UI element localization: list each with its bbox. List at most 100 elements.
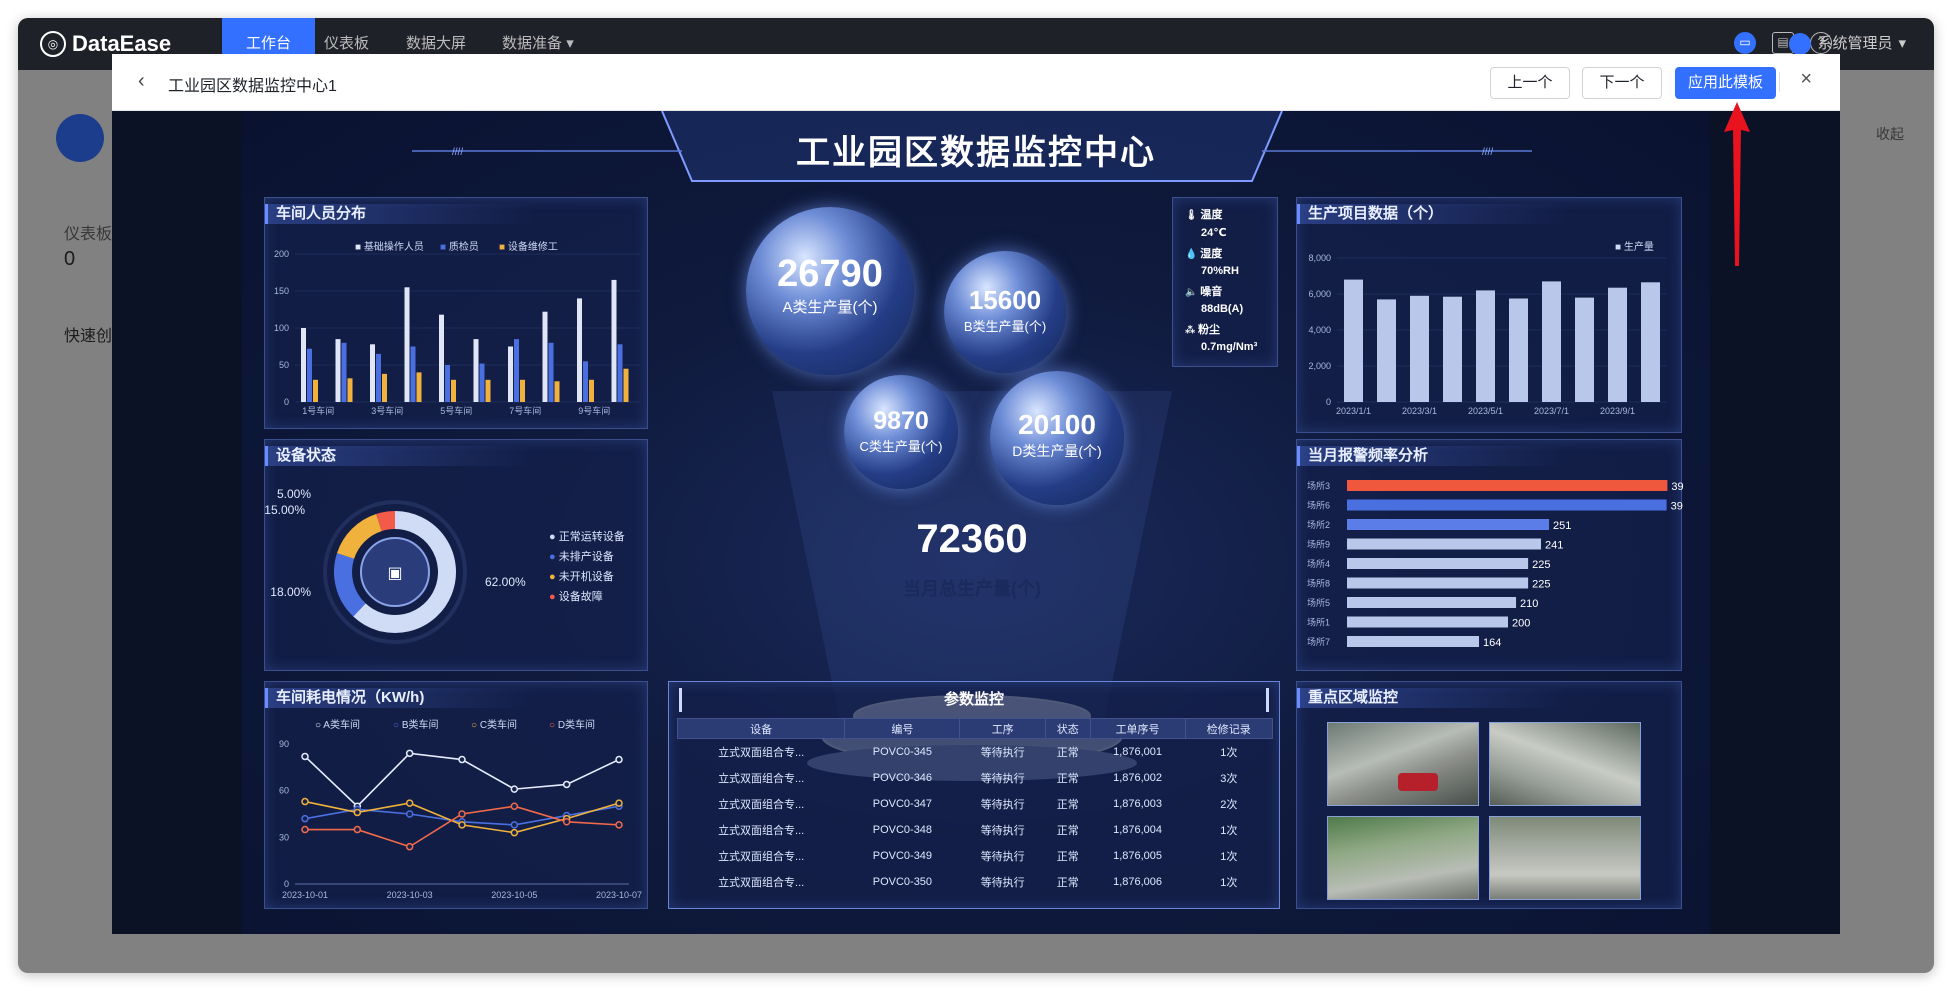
data-point xyxy=(562,818,571,826)
column-header[interactable]: 设备 xyxy=(677,718,846,739)
bar xyxy=(1347,538,1542,550)
modal-title: 工业园区数据监控中心1 xyxy=(168,78,337,95)
donut-label: 18.00% xyxy=(270,585,311,599)
bar xyxy=(554,381,560,402)
table-cell: POVC0-345 xyxy=(872,745,933,758)
bar xyxy=(376,353,381,402)
prev-button[interactable]: 上一个 xyxy=(1490,67,1570,99)
table-cell: POVC0-348 xyxy=(872,823,933,836)
sphere-b-label: B类生产量(个) xyxy=(963,319,1047,334)
column-header[interactable]: 状态 xyxy=(1044,718,1091,739)
y-tick-label: 4,000 xyxy=(1308,325,1331,335)
table-cell: 1,876,002 xyxy=(1113,771,1163,784)
y-tick-label: 30 xyxy=(279,832,289,842)
bar xyxy=(583,361,588,402)
y-tick-label: 0 xyxy=(1326,397,1331,407)
bar xyxy=(1344,279,1363,402)
nav-data-prep-label: 数据准备 xyxy=(502,35,563,52)
table-row[interactable]: 立式双面组合专... POVC0-346 等待执行 正常 1,876,002 3次 xyxy=(678,765,1273,791)
humidity-icon: 💧 xyxy=(1185,249,1201,260)
y-tick-label: 90 xyxy=(279,739,289,749)
camera-feed-2[interactable] xyxy=(1489,722,1641,806)
table-row[interactable]: 立式双面组合专... POVC0-345 等待执行 正常 1,876,001 1次 xyxy=(678,739,1273,765)
total-value: 72360 xyxy=(916,517,1028,561)
bar xyxy=(514,339,519,402)
data-point xyxy=(353,825,362,834)
legend-item: ○ D类车间 xyxy=(549,720,596,731)
logo-icon: ◎ xyxy=(40,31,66,57)
sphere-c-value: 9870 xyxy=(873,407,929,435)
close-icon[interactable]: × xyxy=(1800,68,1812,91)
env-item: 🔈 噪音 88dB(A) xyxy=(1185,283,1277,315)
bar xyxy=(1575,297,1594,402)
table-row[interactable]: 立式双面组合专... POVC0-348 等待执行 正常 1,876,004 1次 xyxy=(678,817,1273,843)
column-header[interactable]: 工单序号 xyxy=(1089,718,1186,739)
staff-panel-title: 车间人员分布 xyxy=(265,204,647,224)
table-row[interactable]: 立式双面组合专... POVC0-349 等待执行 正常 1,876,005 1次 xyxy=(678,843,1273,869)
legend-item: ● 正常运转设备 xyxy=(549,531,625,543)
value-label: 241 xyxy=(1545,540,1563,552)
message-icon[interactable]: ▭ xyxy=(1734,32,1756,54)
camera-feed-1[interactable] xyxy=(1327,722,1479,806)
column-header[interactable]: 检修记录 xyxy=(1184,718,1273,739)
env-value: 88dB(A) xyxy=(1201,303,1244,315)
legend-item: ○ C类车间 xyxy=(471,720,518,731)
bar xyxy=(382,373,387,402)
env-label: 噪音 xyxy=(1200,286,1223,298)
data-point xyxy=(615,755,623,764)
bar xyxy=(479,363,485,402)
camera-feed-4[interactable] xyxy=(1489,816,1641,900)
category-label: 场所6 xyxy=(1307,501,1330,511)
x-tick-label: 9号车间 xyxy=(578,405,610,416)
bar xyxy=(542,311,548,402)
sphere-d-label: D类生产量(个) xyxy=(1012,443,1102,459)
table-row[interactable]: 立式双面组合专... POVC0-350 等待执行 正常 1,876,006 1次 xyxy=(678,869,1273,895)
table-cell: 立式双面组合专... xyxy=(718,824,805,837)
data-point xyxy=(301,814,309,823)
table-cell: 正常 xyxy=(1056,798,1079,811)
bar xyxy=(439,314,444,402)
device-panel-title: 设备状态 xyxy=(265,446,647,466)
data-point xyxy=(458,755,466,764)
power-panel: 车间耗电情况（KW/h) ○ A类车间 ○ B类车间 ○ C类车间 ○ D类车间 0 3… xyxy=(264,681,648,909)
back-icon[interactable]: ‹ xyxy=(138,70,145,93)
category-label: 场所1 xyxy=(1307,618,1330,628)
data-point xyxy=(301,825,309,834)
bar xyxy=(508,346,513,402)
env-label: 湿度 xyxy=(1200,248,1223,260)
donut-slice xyxy=(376,511,396,532)
table-cell: 等待执行 xyxy=(980,876,1025,889)
bar xyxy=(1347,558,1529,569)
x-tick-label: 2023/3/1 xyxy=(1402,406,1437,416)
avatar xyxy=(1789,33,1812,55)
legend-item: ○ B类车间 xyxy=(393,720,439,731)
column-header[interactable]: 工序 xyxy=(959,718,1046,739)
value-label: 225 xyxy=(1532,579,1550,591)
params-table-wrap[interactable]: 设备 编号 工序 状态 工单序号 检修记录 立式双面组合专... POVC0-345 等待执行… xyxy=(677,718,1273,904)
table-cell: 等待执行 xyxy=(980,798,1025,811)
y-tick-label: 6,000 xyxy=(1308,289,1331,299)
alarm-chart: 场所3 398 场所6 397 场所2 251 场所9 241 场所4 225 场所8 225 场所5 2… xyxy=(1307,480,1683,649)
next-button[interactable]: 下一个 xyxy=(1582,67,1662,99)
data-point xyxy=(405,810,414,818)
column-header[interactable]: 编号 xyxy=(844,718,961,739)
table-cell: POVC0-349 xyxy=(872,849,933,862)
table-cell: 3次 xyxy=(1220,772,1238,785)
y-tick-label: 8,000 xyxy=(1308,253,1331,263)
camera-feed-3[interactable] xyxy=(1327,816,1479,900)
table-row[interactable]: 立式双面组合专... POVC0-347 等待执行 正常 1,876,003 2次 xyxy=(678,791,1273,817)
y-tick-label: 50 xyxy=(279,360,289,370)
apply-template-button[interactable]: 应用此模板 xyxy=(1675,67,1776,99)
data-point xyxy=(510,821,519,829)
env-label: 粉尘 xyxy=(1198,324,1221,336)
data-point xyxy=(510,828,519,837)
category-label: 场所9 xyxy=(1307,540,1330,550)
chevron-down-icon: ▾ xyxy=(1898,35,1906,52)
data-point xyxy=(458,810,466,818)
bar xyxy=(301,328,306,402)
device-center-icon: ▣ xyxy=(387,565,402,582)
bar xyxy=(404,287,410,402)
data-point xyxy=(301,797,309,806)
y-tick-label: 0 xyxy=(284,879,289,889)
env-panel: 🌡 温度 24℃ 💧 湿度 70%RH 🔈 噪音 88dB(A) ⁂ 粉尘 0.7mg/Nm³ xyxy=(1172,197,1278,367)
